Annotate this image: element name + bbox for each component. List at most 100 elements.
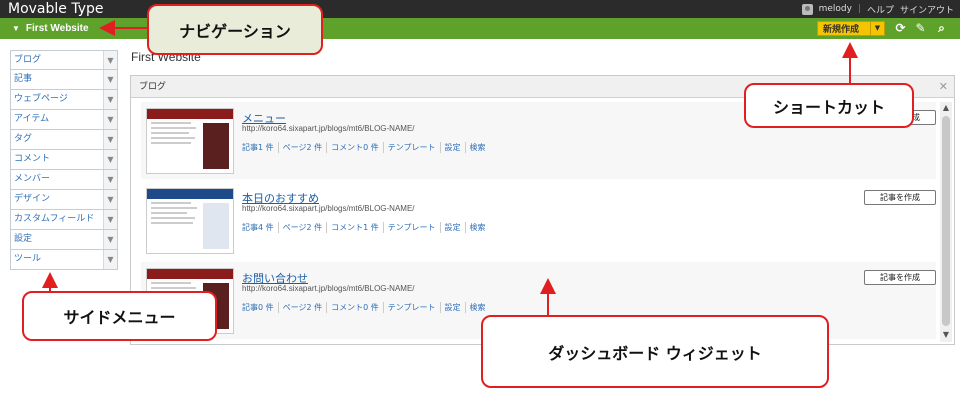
search-link[interactable]: 検索: [464, 302, 490, 313]
avatar[interactable]: [801, 3, 813, 15]
sidebar-item-blog[interactable]: ブログ ▼: [10, 50, 118, 70]
chevron-down-icon[interactable]: ▼: [103, 170, 117, 189]
sidebar-item-label: アイテム: [14, 114, 50, 124]
close-icon[interactable]: ✕: [939, 76, 948, 98]
thumbnail-line: [151, 202, 191, 204]
thumbnail-sidebar: [203, 203, 229, 249]
sidebar-item-label: 記事: [14, 74, 33, 84]
pages-count-link[interactable]: ページ2 件: [277, 142, 326, 153]
site-name: First Website: [25, 23, 89, 34]
search-link[interactable]: 検索: [464, 222, 490, 233]
chevron-down-icon[interactable]: ▼: [103, 150, 117, 169]
sidebar-item-settings[interactable]: 設定 ▼: [10, 230, 118, 250]
comments-count-link[interactable]: コメント0 件: [326, 302, 383, 313]
scrollbar[interactable]: ▲ ▼: [940, 102, 952, 342]
templates-link[interactable]: テンプレート: [382, 302, 440, 313]
chevron-down-icon[interactable]: ▼: [103, 210, 117, 229]
thumbnail-line: [151, 217, 195, 219]
chevron-down-icon[interactable]: ▼: [940, 330, 952, 342]
sidebar-item-entries[interactable]: 記事 ▼: [10, 70, 118, 90]
scroll-thumb[interactable]: [942, 116, 950, 326]
sidebar-item-label: タグ: [14, 134, 33, 144]
settings-link[interactable]: 設定: [439, 302, 465, 313]
thumbnail-header: [147, 109, 233, 119]
new-create-label: 新規作成: [823, 25, 860, 35]
blog-links: 記事1 件 ページ2 件 コメント0 件 テンプレート 設定 検索: [242, 142, 490, 153]
search-icon[interactable]: ⌕: [934, 21, 949, 36]
thumbnail-sidebar: [203, 123, 229, 169]
chevron-down-icon[interactable]: ▼: [103, 70, 117, 89]
sidebar-item-label: ブログ: [14, 55, 42, 65]
edit-icon[interactable]: ✎: [913, 21, 928, 36]
site-selector[interactable]: ▼ First Website: [12, 18, 89, 39]
entries-count-link[interactable]: 記事0 件: [242, 302, 278, 313]
help-link[interactable]: ヘルプ: [867, 3, 894, 16]
sidebar-item-label: コメント: [14, 154, 51, 164]
refresh-icon[interactable]: ⟳: [893, 21, 908, 36]
create-entry-button[interactable]: 記事を作成: [864, 270, 936, 285]
sidebar-item-assets[interactable]: アイテム ▼: [10, 110, 118, 130]
comments-count-link[interactable]: コメント0 件: [326, 142, 383, 153]
settings-link[interactable]: 設定: [439, 142, 465, 153]
thumbnail-line: [151, 282, 191, 284]
sidebar-item-custom-fields[interactable]: カスタムフィールド ▼: [10, 210, 118, 230]
thumbnail-line: [151, 207, 197, 209]
entries-count-link[interactable]: 記事1 件: [242, 142, 278, 153]
entries-count-link[interactable]: 記事4 件: [242, 222, 278, 233]
thumbnail-header: [147, 189, 233, 199]
settings-link[interactable]: 設定: [439, 222, 465, 233]
thumbnail-line: [151, 222, 193, 224]
pages-count-link[interactable]: ページ2 件: [277, 302, 326, 313]
chevron-down-icon[interactable]: ▼: [103, 90, 117, 109]
chevron-down-icon[interactable]: ▼: [103, 250, 117, 269]
chevron-down-icon[interactable]: ▼: [103, 190, 117, 209]
user-name[interactable]: melody: [819, 4, 852, 14]
templates-link[interactable]: テンプレート: [382, 222, 440, 233]
blog-url: http://koro64.sixapart.jp/blogs/mt6/BLOG…: [242, 124, 415, 133]
templates-link[interactable]: テンプレート: [382, 142, 440, 153]
sidebar-item-comments[interactable]: コメント ▼: [10, 150, 118, 170]
chevron-down-icon[interactable]: ▼: [870, 22, 884, 35]
list-item: 本日のおすすめ http://koro64.sixapart.jp/blogs/…: [141, 182, 936, 259]
sidebar-item-label: ウェブページ: [14, 94, 68, 104]
user-area: melody | ヘルプ サインアウト: [801, 0, 954, 18]
callout-shortcut: ショートカット: [744, 83, 914, 128]
new-create-button[interactable]: 新規作成 ▼: [817, 21, 885, 36]
chevron-up-icon[interactable]: ▲: [940, 102, 952, 114]
thumbnail-line: [151, 137, 195, 139]
blog-url: http://koro64.sixapart.jp/blogs/mt6/BLOG…: [242, 284, 415, 293]
blog-links: 記事0 件 ページ2 件 コメント0 件 テンプレート 設定 検索: [242, 302, 490, 313]
chevron-down-icon[interactable]: ▼: [103, 51, 117, 69]
screen: Movable Type melody | ヘルプ サインアウト ▼ First …: [0, 0, 960, 403]
sidebar-item-tags[interactable]: タグ ▼: [10, 130, 118, 150]
sidebar-item-tools[interactable]: ツール ▼: [10, 250, 118, 270]
search-link[interactable]: 検索: [464, 142, 490, 153]
pages-count-link[interactable]: ページ2 件: [277, 222, 326, 233]
chevron-down-icon[interactable]: ▼: [103, 110, 117, 129]
callout-dashboard-widget: ダッシュボード ウィジェット: [481, 315, 829, 388]
sidebar-item-label: 設定: [14, 234, 33, 244]
thumbnail-line: [151, 122, 191, 124]
blog-thumbnail[interactable]: [146, 108, 234, 174]
side-menu: ブログ ▼ 記事 ▼ ウェブページ ▼ アイテム ▼ タグ ▼ コメント ▼ メンバー ▼ デ…: [10, 50, 118, 270]
blog-thumbnail[interactable]: [146, 188, 234, 254]
comments-count-link[interactable]: コメント1 件: [326, 222, 383, 233]
sidebar-item-members[interactable]: メンバー ▼: [10, 170, 118, 190]
triangle-down-icon: ▼: [12, 24, 20, 33]
thumbnail-header: [147, 269, 233, 279]
chevron-down-icon[interactable]: ▼: [103, 230, 117, 249]
sidebar-item-label: ツール: [14, 254, 42, 264]
signout-link[interactable]: サインアウト: [900, 3, 954, 16]
separator: |: [857, 4, 861, 14]
chevron-down-icon[interactable]: ▼: [103, 130, 117, 149]
top-bar: Movable Type melody | ヘルプ サインアウト: [0, 0, 960, 18]
create-entry-button[interactable]: 記事を作成: [864, 190, 936, 205]
blog-links: 記事4 件 ページ2 件 コメント1 件 テンプレート 設定 検索: [242, 222, 490, 233]
sidebar-item-label: デザイン: [14, 194, 51, 204]
thumbnail-line: [151, 132, 189, 134]
sidebar-item-webpages[interactable]: ウェブページ ▼: [10, 90, 118, 110]
widget-title: ブログ: [139, 82, 167, 92]
sidebar-item-design[interactable]: デザイン ▼: [10, 190, 118, 210]
app-title: Movable Type: [8, 1, 104, 17]
thumbnail-line: [151, 127, 196, 129]
